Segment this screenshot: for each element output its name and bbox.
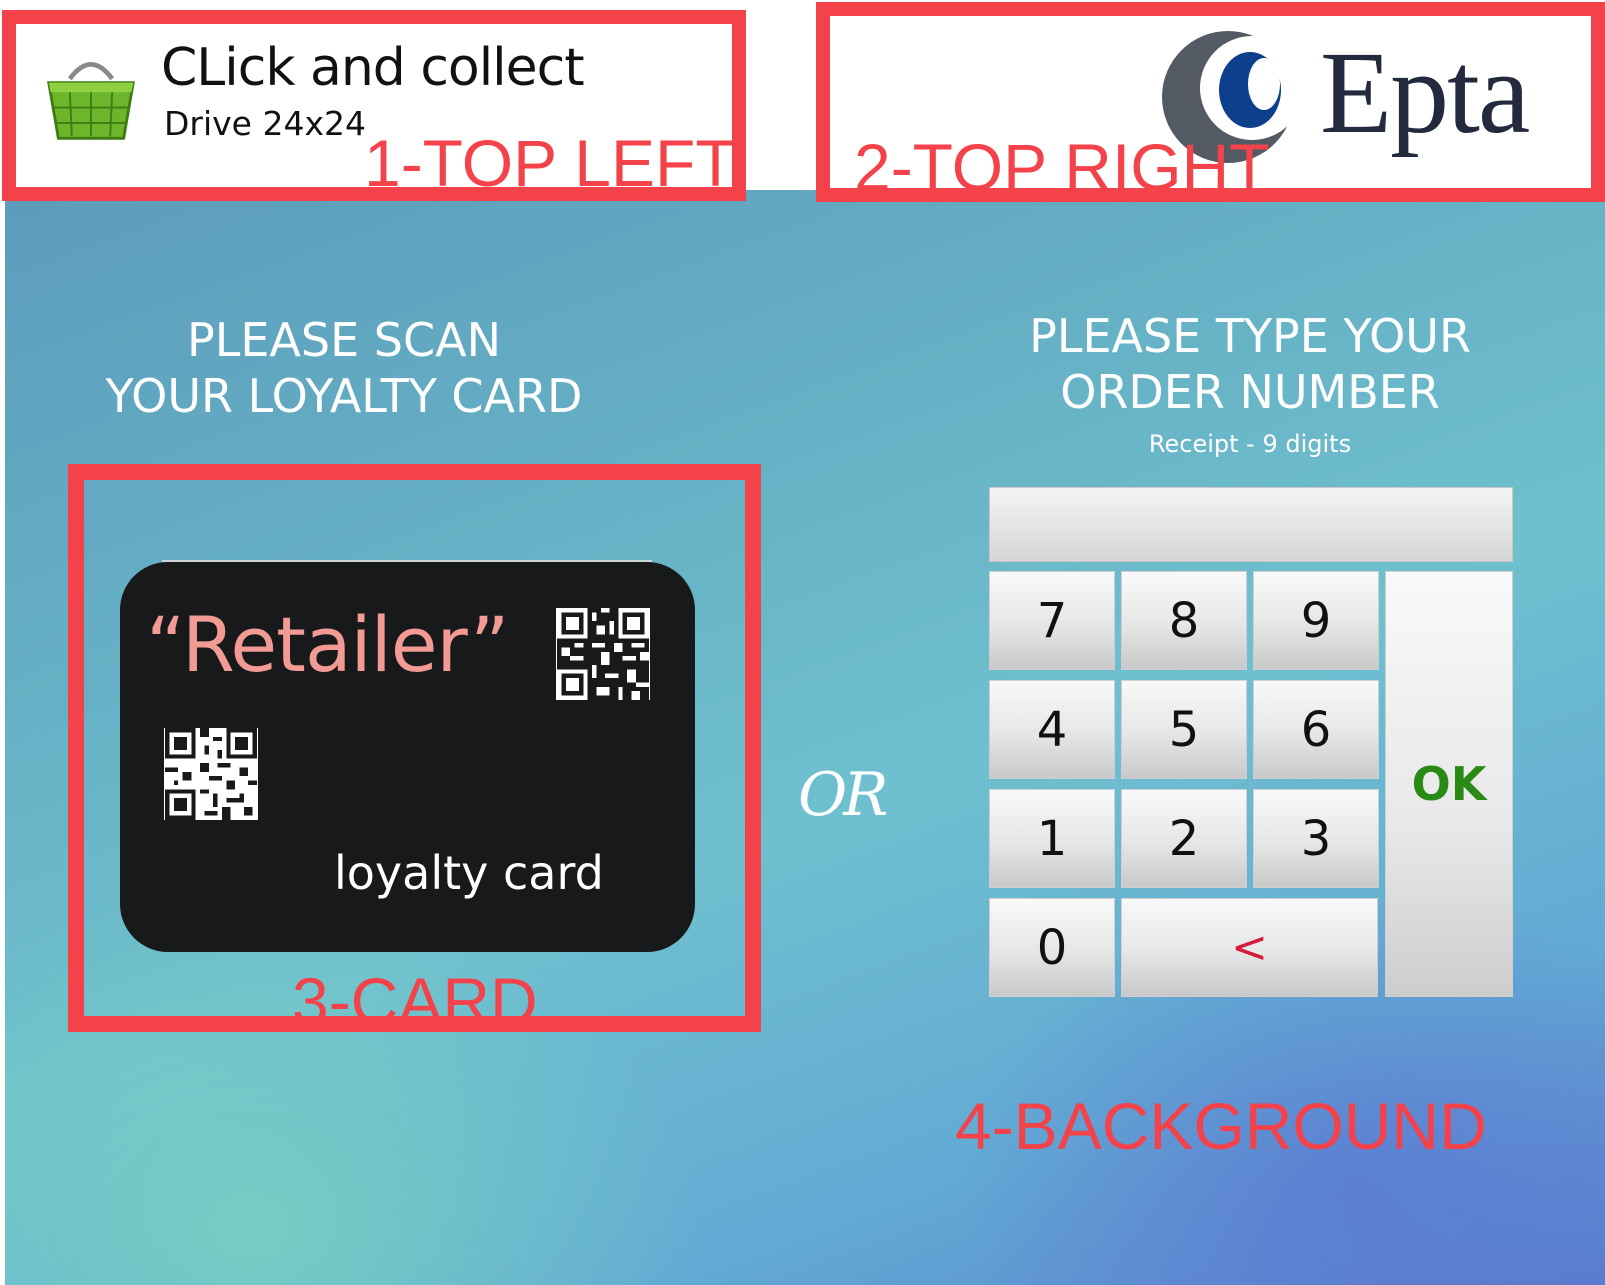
key-3-button[interactable]: 3 xyxy=(1253,789,1379,888)
annotation-card: 3-CARD xyxy=(292,964,538,1038)
qr-code-icon xyxy=(556,608,650,700)
scan-heading-line1: PLEASE SCAN xyxy=(187,313,501,367)
loyalty-card-image: “Retailer” loyalty card xyxy=(120,560,695,952)
order-heading-line2: ORDER NUMBER xyxy=(1060,365,1440,419)
key-2-button[interactable]: 2 xyxy=(1121,789,1247,888)
key-8-button[interactable]: 8 xyxy=(1121,571,1247,670)
key-5-button[interactable]: 5 xyxy=(1121,680,1247,779)
key-1-button[interactable]: 1 xyxy=(989,789,1115,888)
key-0-button[interactable]: 0 xyxy=(989,898,1115,997)
card-label: loyalty card xyxy=(334,846,604,900)
annotation-top-left: 1-TOP LEFT xyxy=(364,126,736,200)
key-9-button[interactable]: 9 xyxy=(1253,571,1379,670)
annotation-top-right: 2-TOP RIGHT xyxy=(854,130,1270,204)
backspace-button[interactable]: < xyxy=(1121,898,1378,997)
scan-heading: PLEASE SCAN YOUR LOYALTY CARD xyxy=(44,312,644,424)
ok-button[interactable]: OK xyxy=(1385,571,1513,997)
app-title: CLick and collect xyxy=(161,38,585,98)
order-heading-line1: PLEASE TYPE YOUR xyxy=(1029,309,1471,363)
scan-heading-line2: YOUR LOYALTY CARD xyxy=(105,369,583,423)
key-7-button[interactable]: 7 xyxy=(989,571,1115,670)
card-area: “Retailer” loyalty card 3-CARD xyxy=(68,464,761,1038)
qr-code-icon xyxy=(164,728,258,820)
app-subtitle: Drive 24x24 xyxy=(164,104,366,143)
shopping-basket-icon xyxy=(47,62,135,140)
card-brand: “Retailer” xyxy=(146,600,509,689)
key-4-button[interactable]: 4 xyxy=(989,680,1115,779)
order-number-input[interactable] xyxy=(989,487,1513,562)
receipt-hint: Receipt - 9 digits xyxy=(1148,430,1352,458)
card-edge xyxy=(162,560,652,562)
brand-name: Epta xyxy=(1320,27,1530,158)
order-heading: PLEASE TYPE YOUR ORDER NUMBER xyxy=(950,308,1550,420)
or-separator: OR xyxy=(798,760,888,830)
key-6-button[interactable]: 6 xyxy=(1253,680,1379,779)
top-left-header: CLick and collect Drive 24x24 1-TOP LEFT xyxy=(2,10,746,201)
annotation-background: 4-BACKGROUND xyxy=(955,1089,1487,1163)
top-right-logo: Epta 2-TOP RIGHT xyxy=(816,2,1605,202)
